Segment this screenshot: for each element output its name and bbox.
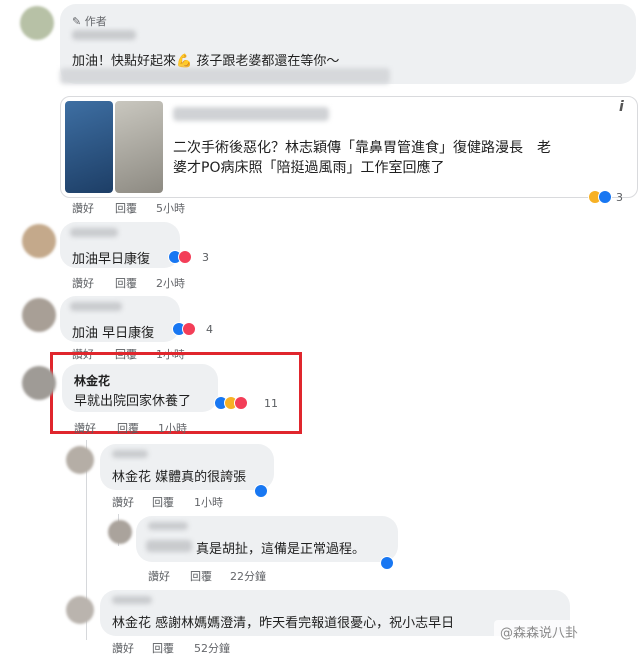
like-button[interactable]: 讚好 <box>112 494 134 510</box>
author-badge: ✎ 作者 <box>72 15 107 28</box>
reactions[interactable]: 4 <box>172 322 220 338</box>
avatar[interactable] <box>66 596 94 624</box>
comment-text: 林金花 媒體真的很誇張 <box>112 466 246 485</box>
blurred-name <box>112 596 152 604</box>
blurred-name <box>72 30 136 40</box>
reactions[interactable]: 11 <box>214 396 280 412</box>
avatar[interactable] <box>22 298 56 332</box>
comment-text: 加油 早日康復 <box>72 326 155 341</box>
like-icon <box>598 190 612 204</box>
timestamp[interactable]: 22分鐘 <box>230 568 266 584</box>
reply-button[interactable]: 回覆 <box>190 568 212 584</box>
avatar[interactable] <box>22 224 56 258</box>
like-button[interactable]: 讚好 <box>72 200 94 216</box>
like-button[interactable]: 讚好 <box>72 275 94 291</box>
like-button[interactable]: 讚好 <box>112 640 134 656</box>
like-icon <box>380 556 394 570</box>
avatar[interactable] <box>108 520 132 544</box>
reply-text: 感謝林媽媽澄清，昨天看完報道很憂心，祝小志早日 <box>155 616 455 631</box>
timestamp[interactable]: 1小時 <box>194 494 223 510</box>
thumbnail-image <box>115 101 163 193</box>
like-button[interactable]: 讚好 <box>148 568 170 584</box>
timestamp[interactable]: 2小時 <box>156 275 185 291</box>
blurred-text <box>146 540 192 552</box>
reaction-count: 4 <box>206 323 213 336</box>
blurred-line <box>60 68 390 84</box>
reply-text: 媒體真的很誇張 <box>155 470 247 485</box>
avatar[interactable] <box>66 446 94 474</box>
reactions[interactable] <box>254 484 272 500</box>
comment-text: 真是胡扯，這備是正常過程。 <box>196 542 366 557</box>
reaction-count: 11 <box>264 397 278 410</box>
reply-button[interactable]: 回覆 <box>115 200 137 216</box>
mention-link[interactable]: 林金花 <box>112 616 151 631</box>
like-icon <box>254 484 268 498</box>
thumbnail-image <box>65 101 113 193</box>
comment-text: 加油早日康復 <box>72 252 151 267</box>
watermark: @森森说八卦 <box>494 620 585 643</box>
pencil-icon: ✎ <box>72 15 82 28</box>
avatar[interactable] <box>20 6 54 40</box>
mention-link[interactable]: 林金花 <box>112 470 151 485</box>
link-preview-card[interactable]: 二次手術後惡化？林志穎傳「靠鼻胃管進食」復健路漫長 老 婆才PO病床照「陪挺過風… <box>60 96 638 198</box>
heart-icon <box>178 250 192 264</box>
reaction-count: 3 <box>202 251 209 264</box>
heart-icon <box>182 322 196 336</box>
blurred-name <box>70 302 122 311</box>
blurred-name <box>148 522 188 530</box>
reactions[interactable] <box>380 556 398 572</box>
reaction-count: 3 <box>616 191 623 204</box>
like-button[interactable]: 讚好 <box>74 420 96 436</box>
timestamp[interactable]: 1小時 <box>158 420 187 436</box>
heart-icon <box>234 396 248 410</box>
reactions[interactable]: 3 <box>168 250 216 266</box>
reactions[interactable]: 3 <box>588 190 632 206</box>
comment-text: 加油！快點好起來💪 孩子跟老婆都還在等你～ <box>72 54 340 69</box>
reply-button[interactable]: 回覆 <box>152 640 174 656</box>
blurred-source <box>173 107 329 121</box>
blurred-name <box>112 450 148 458</box>
reply-button[interactable]: 回覆 <box>115 275 137 291</box>
commenter-name[interactable]: 林金花 <box>74 372 110 389</box>
link-headline: 婆才PO病床照「陪挺過風雨」工作室回應了 <box>173 160 445 176</box>
reply-button[interactable]: 回覆 <box>152 494 174 510</box>
timestamp[interactable]: 5小時 <box>156 200 185 216</box>
comment-text: 林金花 感謝林媽媽澄清，昨天看完報道很憂心，祝小志早日 <box>112 612 454 631</box>
avatar[interactable] <box>22 366 56 400</box>
timestamp[interactable]: 52分鐘 <box>194 640 230 656</box>
blurred-name <box>70 228 118 237</box>
reply-button[interactable]: 回覆 <box>117 420 139 436</box>
comment-text: 早就出院回家休養了 <box>74 394 192 409</box>
link-headline: 二次手術後惡化？林志穎傳「靠鼻胃管進食」復健路漫長 老 <box>173 140 551 156</box>
info-icon[interactable]: i <box>619 99 624 115</box>
